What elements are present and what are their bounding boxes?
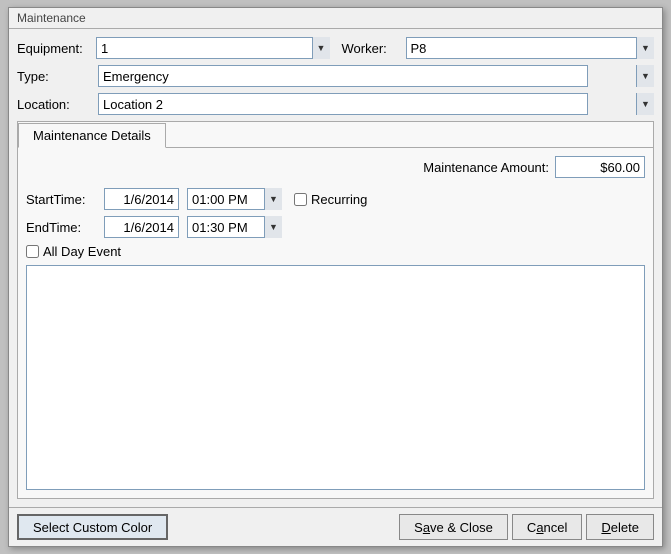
maintenance-amount-row: Maintenance Amount: [26,156,645,178]
endtime-row: EndTime: 01:30 PM ▼ [26,216,645,238]
endtime-label: EndTime: [26,220,96,235]
end-time-select-wrapper: 01:30 PM ▼ [187,216,282,238]
notes-textarea[interactable] [26,265,645,490]
delete-label: Delete [601,520,639,535]
cancel-label: Cancel [527,520,567,535]
recurring-label: Recurring [311,192,367,207]
location-label: Location: [17,97,92,112]
recurring-checkbox[interactable] [294,193,307,206]
tab-maintenance-details[interactable]: Maintenance Details [18,123,166,148]
all-day-row: All Day Event [26,244,645,259]
type-label: Type: [17,69,92,84]
dialog-title: Maintenance [9,8,662,29]
equipment-label: Equipment: [17,41,92,56]
worker-select[interactable]: P8 [406,37,655,59]
all-day-label: All Day Event [43,244,121,259]
end-time-select[interactable]: 01:30 PM [187,216,282,238]
maintenance-dialog: Maintenance Equipment: 1 ▼ Worker: P8 [8,7,663,547]
worker-select-wrapper: P8 ▼ [406,37,655,59]
start-time-select-wrapper: 01:00 PM ▼ [187,188,282,210]
start-time-select[interactable]: 01:00 PM [187,188,282,210]
type-select[interactable]: Emergency [98,65,588,87]
worker-section: Worker: P8 ▼ [342,37,655,59]
starttime-label: StartTime: [26,192,96,207]
equipment-select-wrapper: 1 ▼ [96,37,330,59]
equipment-select[interactable]: 1 [96,37,330,59]
worker-label: Worker: [342,41,402,56]
custom-color-button[interactable]: Select Custom Color [17,514,168,540]
maintenance-amount-label: Maintenance Amount: [423,160,549,175]
equipment-worker-row: Equipment: 1 ▼ Worker: P8 ▼ [17,37,654,59]
end-date-input[interactable] [104,216,179,238]
location-row: Location: Location 2 ▼ [17,93,654,115]
tab-header: Maintenance Details [18,122,653,148]
location-select[interactable]: Location 2 [98,93,588,115]
starttime-row: StartTime: 01:00 PM ▼ [26,188,282,210]
recurring-row: Recurring [294,192,367,207]
all-day-checkbox[interactable] [26,245,39,258]
location-select-wrapper: Location 2 ▼ [98,93,654,115]
tab-container: Maintenance Details Maintenance Amount: … [17,121,654,499]
type-select-wrapper: Emergency ▼ [98,65,654,87]
tab-content: Maintenance Amount: StartTime: 01:00 PM … [18,148,653,498]
save-close-label: Save & Close [414,520,493,535]
cancel-button[interactable]: Cancel [512,514,582,540]
location-dropdown-arrow: ▼ [636,93,654,115]
equipment-section: Equipment: 1 ▼ [17,37,330,59]
starttime-recurring-row: StartTime: 01:00 PM ▼ Recurring [26,188,645,210]
type-row: Type: Emergency ▼ [17,65,654,87]
start-date-input[interactable] [104,188,179,210]
maintenance-amount-input[interactable] [555,156,645,178]
dialog-footer: Select Custom Color Save & Close Cancel … [9,507,662,546]
save-close-button[interactable]: Save & Close [399,514,508,540]
delete-button[interactable]: Delete [586,514,654,540]
type-dropdown-arrow: ▼ [636,65,654,87]
dialog-body: Equipment: 1 ▼ Worker: P8 ▼ [9,29,662,507]
